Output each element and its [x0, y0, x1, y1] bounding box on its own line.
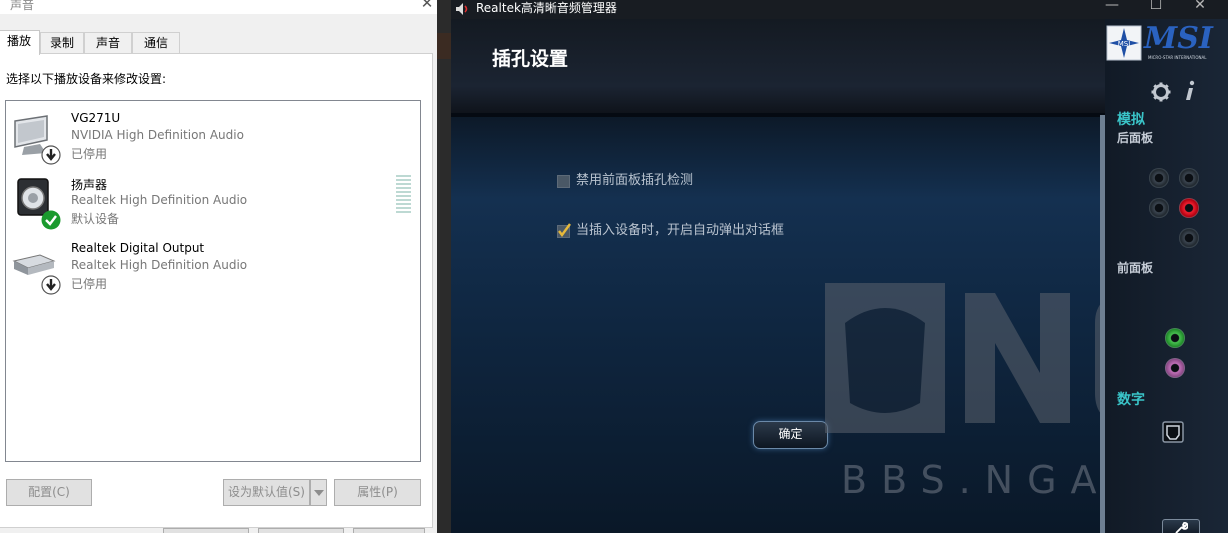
rear-jack-5[interactable] — [1179, 228, 1199, 248]
device-status: 已停用 — [71, 147, 108, 161]
rear-jack-speaker-out[interactable] — [1179, 198, 1199, 218]
auto-popup-checkbox[interactable] — [557, 223, 571, 238]
close-icon[interactable]: ✕ — [417, 0, 437, 12]
rear-panel-label: 后面板 — [1117, 131, 1154, 145]
sound-dialog: 声音 ✕ 播放 录制 声音 通信 选择以下播放设备来修改设置: VG271U N… — [0, 0, 438, 533]
device-status: 已停用 — [71, 277, 108, 291]
rear-jack-2[interactable] — [1179, 168, 1199, 188]
instruction-text: 选择以下播放设备来修改设置: — [6, 72, 167, 86]
side-panel-divider — [1100, 115, 1105, 533]
device-driver: Realtek High Definition Audio — [71, 258, 248, 272]
realtek-window-title: Realtek高清晰音频管理器 — [476, 1, 617, 15]
svg-text:MSI: MSI — [1118, 40, 1131, 48]
device-driver: Realtek High Definition Audio — [71, 193, 248, 207]
rear-jack-1[interactable] — [1149, 168, 1169, 188]
down-arrow-badge-icon — [41, 145, 61, 165]
msi-logo: MSI MSI MICRO-STAR INTERNATIONAL — [1106, 21, 1226, 63]
device-item-digital-output[interactable]: Realtek Digital Output Realtek High Defi… — [6, 231, 420, 295]
background-window-edge — [437, 33, 451, 59]
realtek-window: Realtek高清晰音频管理器 — ☐ ✕ 插孔设置 禁用前面板插孔检测 当插入… — [451, 0, 1228, 533]
realtek-titlebar: Realtek高清晰音频管理器 — ☐ ✕ — [451, 0, 1228, 19]
front-jack-mic[interactable] — [1165, 358, 1185, 378]
header-divider — [451, 113, 1105, 117]
apply-button-partial[interactable] — [353, 528, 425, 533]
set-default-dropdown[interactable] — [310, 479, 327, 506]
volume-meter — [396, 175, 411, 213]
advanced-settings-button[interactable] — [1162, 519, 1200, 533]
ok-button-partial[interactable] — [163, 528, 249, 533]
device-item-speakers[interactable]: 扬声器 Realtek High Definition Audio 默认设备 — [6, 166, 420, 230]
chevron-down-icon — [313, 490, 324, 496]
down-arrow-badge-icon — [41, 275, 61, 295]
device-name: VG271U — [71, 111, 121, 125]
front-jack-headphone[interactable] — [1165, 328, 1185, 348]
ok-button[interactable]: 确定 — [753, 421, 828, 449]
desktop-gap — [437, 0, 451, 533]
close-icon[interactable]: ✕ — [1190, 0, 1210, 13]
tab-sounds[interactable]: 声音 — [84, 32, 132, 54]
front-panel-label: 前面板 — [1117, 261, 1154, 275]
digital-section-title: 数字 — [1117, 392, 1145, 408]
sound-tabs: 播放 录制 声音 通信 — [0, 30, 437, 55]
msi-brand-text: MSI — [1144, 21, 1213, 56]
device-list[interactable]: VG271U NVIDIA High Definition Audio 已停用 … — [5, 100, 421, 462]
configure-button[interactable]: 配置(C) — [6, 479, 92, 506]
auto-popup-label[interactable]: 当插入设备时，开启自动弹出对话框 — [576, 219, 784, 238]
disable-front-panel-detect-label[interactable]: 禁用前面板插孔检测 — [576, 169, 693, 188]
speaker-icon — [456, 3, 468, 15]
set-default-button[interactable]: 设为默认值(S) — [223, 479, 310, 506]
checkmark-icon — [558, 223, 571, 237]
tab-recording[interactable]: 录制 — [40, 32, 84, 54]
cancel-button-partial[interactable] — [258, 528, 344, 533]
sound-dialog-title: 声音 — [10, 0, 35, 12]
optical-port-icon[interactable] — [1162, 421, 1184, 443]
msi-emblem-icon: MSI — [1106, 25, 1142, 61]
sound-titlebar: 声音 ✕ — [0, 0, 437, 14]
msi-brand-subtext: MICRO-STAR INTERNATIONAL — [1148, 55, 1207, 60]
check-badge-icon — [41, 210, 61, 230]
disable-front-panel-detect-checkbox[interactable] — [557, 175, 570, 188]
gear-icon[interactable] — [1151, 82, 1171, 102]
properties-button[interactable]: 属性(P) — [334, 479, 421, 506]
device-name: Realtek Digital Output — [71, 241, 205, 255]
tab-playback[interactable]: 播放 — [0, 30, 40, 55]
info-icon[interactable] — [1183, 80, 1197, 102]
tab-communications[interactable]: 通信 — [132, 32, 180, 54]
minimize-icon[interactable]: — — [1102, 0, 1122, 13]
analog-section-title: 模拟 — [1117, 112, 1145, 128]
maximize-icon[interactable]: ☐ — [1146, 0, 1166, 13]
wrench-icon — [1175, 522, 1188, 533]
device-status: 默认设备 — [71, 212, 120, 226]
rear-jack-3[interactable] — [1149, 198, 1169, 218]
device-driver: NVIDIA High Definition Audio — [71, 128, 244, 142]
page-title: 插孔设置 — [492, 48, 569, 70]
device-name: 扬声器 — [71, 178, 108, 192]
device-item-vg271u[interactable]: VG271U NVIDIA High Definition Audio 已停用 — [6, 101, 420, 165]
